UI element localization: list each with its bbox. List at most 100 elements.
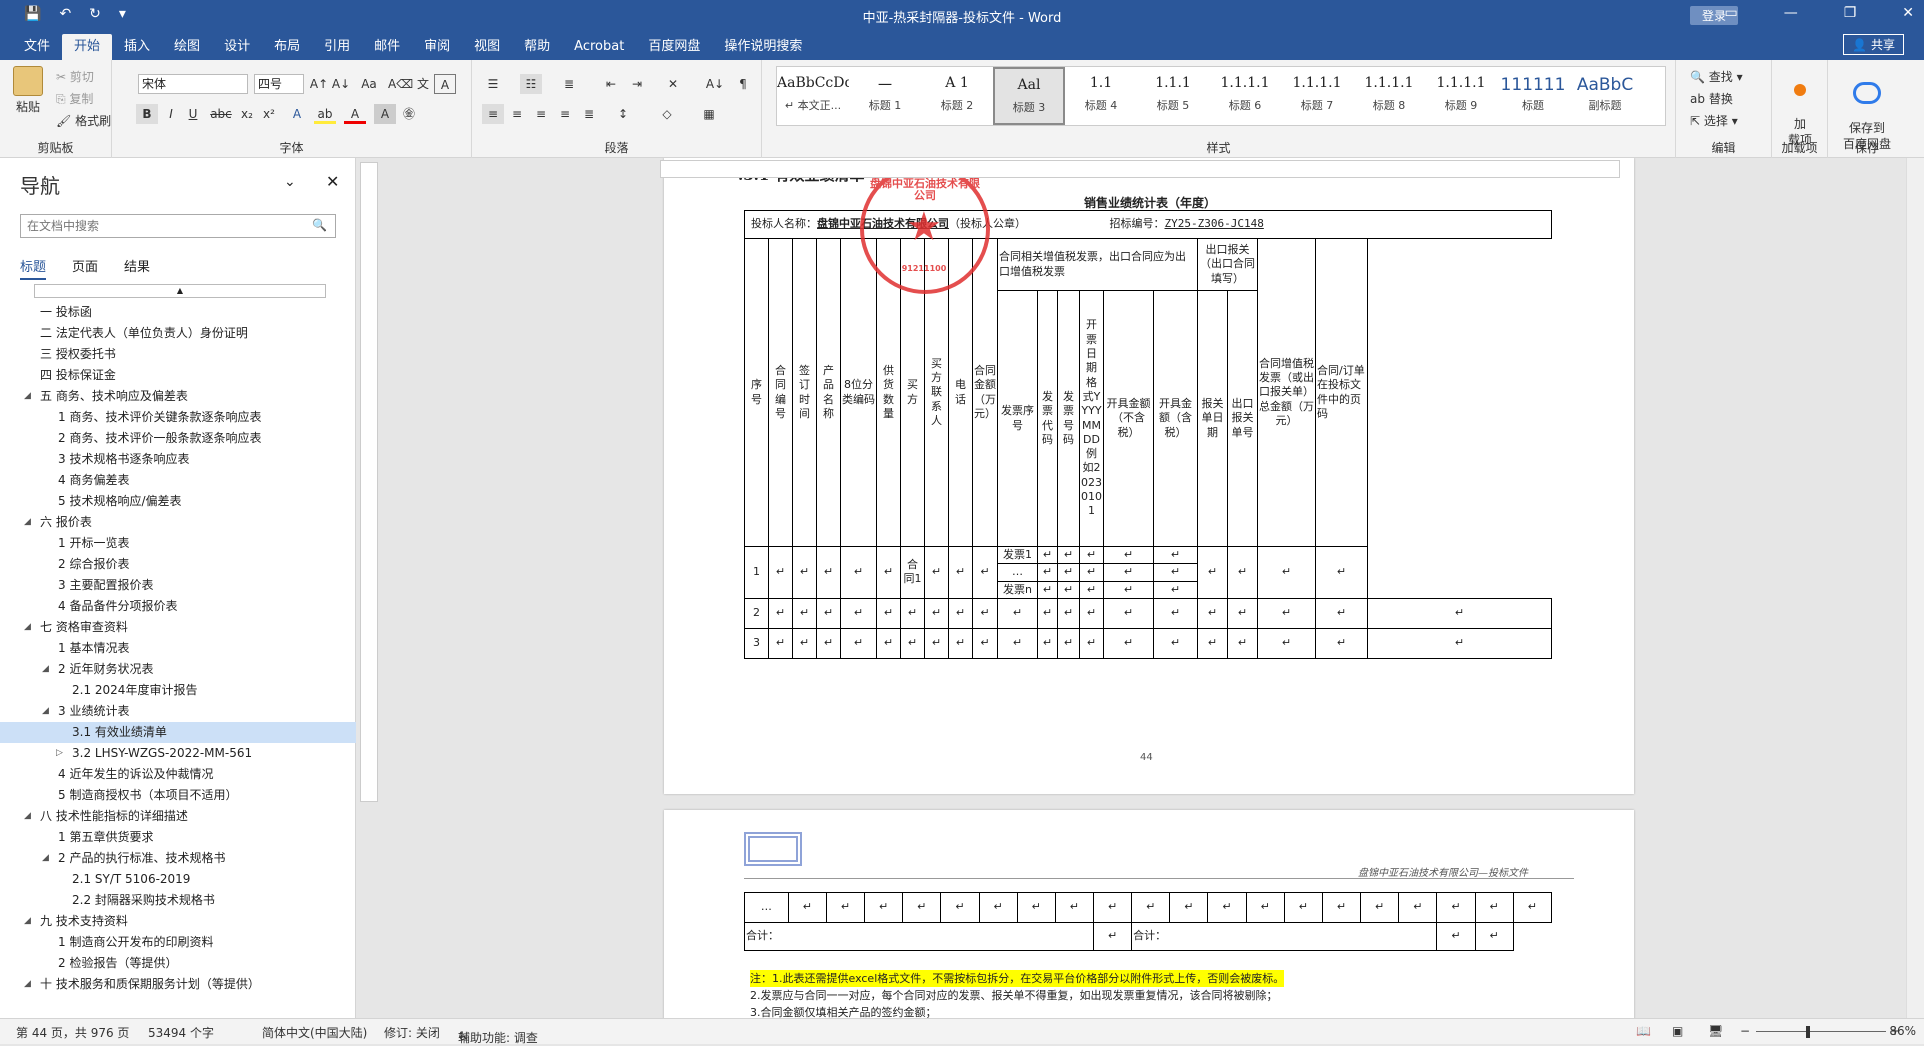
sum-label-2[interactable]: 合计：	[1131, 922, 1438, 951]
collapse-icon[interactable]: ◢	[42, 701, 49, 722]
table-cell[interactable]: ↵	[1321, 892, 1362, 923]
superscript-icon[interactable]: x²	[258, 104, 280, 124]
table-cell[interactable]: ↵	[1092, 922, 1133, 951]
table-cell[interactable]: ↵	[948, 546, 973, 599]
nav-heading-item[interactable]: 1 商务、技术评价关键条款逐条响应表	[0, 407, 356, 428]
table-cell[interactable]: …	[744, 892, 789, 923]
table-cell[interactable]: ↵	[924, 627, 949, 659]
clear-format-icon[interactable]: A⌫	[388, 74, 413, 94]
table-cell[interactable]: ↵	[1092, 892, 1133, 923]
show-marks-icon[interactable]: ¶	[732, 74, 754, 94]
nav-heading-item[interactable]: ◢ 3 业绩统计表	[0, 701, 356, 722]
table-cell[interactable]: ↵	[1103, 545, 1154, 565]
table-header-cell[interactable]: 产品名称	[816, 238, 841, 547]
style-item[interactable]: A 1 标题 2	[921, 67, 993, 125]
table-cell[interactable]: ↵	[792, 627, 817, 659]
tab-4[interactable]: 设计	[212, 34, 262, 60]
collapse-icon[interactable]: ◢	[24, 386, 31, 407]
nav-tab-2[interactable]: 结果	[124, 256, 150, 280]
tab-11[interactable]: Acrobat	[562, 34, 636, 60]
table-cell[interactable]: ↵	[876, 597, 901, 629]
invoice-group-header[interactable]: 合同相关增值税发票，出口合同应为出口增值税发票	[997, 238, 1198, 291]
ribbon-display-icon[interactable]: ▭	[1724, 5, 1737, 21]
language[interactable]: 简体中文(中国大陆)	[262, 1024, 367, 1041]
decrease-indent-icon[interactable]: ⇤	[600, 74, 622, 94]
numbering-icon[interactable]: ☷	[520, 74, 542, 94]
table-cell[interactable]: 合同1	[900, 546, 925, 599]
table-cell[interactable]: ↵	[1436, 922, 1476, 951]
table-cell[interactable]: ↵	[1474, 922, 1514, 951]
table-cell[interactable]: ↵	[816, 597, 841, 629]
invoice-header-cell[interactable]: 开具金额（不含税）	[1103, 290, 1154, 547]
tab-3[interactable]: 绘图	[162, 34, 212, 60]
strikethrough-icon[interactable]: abc	[210, 104, 232, 124]
zoom-level[interactable]: 86%	[1889, 1024, 1916, 1038]
table-cell[interactable]: ↵	[1057, 627, 1080, 659]
table-cell[interactable]: ↵	[1257, 627, 1316, 659]
nav-heading-item[interactable]: 1 基本情况表	[0, 638, 356, 659]
paste-button[interactable]: 粘贴	[8, 66, 48, 115]
table-cell[interactable]: ↵	[1153, 563, 1198, 582]
nav-heading-item[interactable]: 2 综合报价表	[0, 554, 356, 575]
nav-heading-item[interactable]: 2.1 SY/T 5106-2019	[0, 869, 356, 890]
table-cell[interactable]: ↵	[768, 546, 793, 599]
table-cell[interactable]: ↵	[1037, 627, 1058, 659]
table-header-cell[interactable]: 8位分类编码	[840, 238, 877, 547]
nav-close-icon[interactable]: ✕	[326, 172, 339, 191]
select-button[interactable]: ⇱ 选择 ▾	[1690, 112, 1738, 129]
collapse-icon[interactable]: ◢	[24, 911, 31, 932]
table-cell[interactable]: ↵	[864, 892, 904, 923]
style-item[interactable]: 一标题 1	[849, 67, 921, 125]
borders-icon[interactable]: ▦	[698, 104, 720, 124]
char-border-icon[interactable]: A	[434, 74, 456, 94]
style-item[interactable]: AaBbC 副标题	[1569, 67, 1641, 125]
table-cell[interactable]: ↵	[997, 627, 1038, 659]
nav-heading-item[interactable]: 2 商务、技术评价一般条款逐条响应表	[0, 428, 356, 449]
page-ref-header[interactable]: 合同/订单在投标文件中的页码	[1315, 238, 1368, 547]
table-cell[interactable]: ↵	[876, 627, 901, 659]
table-cell[interactable]: ↵	[1153, 627, 1198, 659]
table-cell[interactable]: ↵	[1360, 892, 1400, 923]
distributed-icon[interactable]: ≣	[578, 104, 600, 124]
table-cell[interactable]: ↵	[1103, 627, 1154, 659]
style-item[interactable]: 111111 标题	[1497, 67, 1569, 125]
nav-heading-item[interactable]: 3 主要配置报价表	[0, 575, 356, 596]
table-cell[interactable]: ↵	[1227, 597, 1258, 629]
table-cell[interactable]: ↵	[1057, 580, 1080, 599]
table-cell[interactable]: ↵	[1512, 892, 1553, 923]
table-cell[interactable]: 1	[744, 546, 769, 599]
table-cell[interactable]: ↵	[1079, 627, 1104, 659]
table-cell[interactable]: ↵	[948, 597, 973, 629]
table-header-cell[interactable]: 序号	[744, 238, 769, 547]
increase-indent-icon[interactable]: ⇥	[626, 74, 648, 94]
bullets-icon[interactable]: ☰	[482, 74, 504, 94]
table-cell[interactable]: ↵	[792, 546, 817, 599]
nav-heading-item[interactable]: 2.1 2024年度审计报告	[0, 680, 356, 701]
table-cell[interactable]: ↵	[1054, 892, 1094, 923]
export-header-cell[interactable]: 出口报关单号	[1227, 290, 1258, 547]
nav-heading-item[interactable]: 1 制造商公开发布的印刷资料	[0, 932, 356, 953]
table-cell[interactable]: ↵	[768, 627, 793, 659]
nav-heading-item[interactable]: 三 授权委托书	[0, 344, 356, 365]
table-cell[interactable]: ↵	[1057, 597, 1080, 629]
table-cell[interactable]: ↵	[972, 597, 998, 629]
collapse-icon[interactable]: ◢	[24, 806, 31, 827]
multilevel-list-icon[interactable]: ≣	[558, 74, 580, 94]
export-header-cell[interactable]: 报关单日期	[1197, 290, 1228, 547]
table-cell[interactable]: ↵	[1367, 597, 1552, 629]
page-count[interactable]: 第 44 页，共 976 页	[16, 1024, 129, 1041]
table-cell[interactable]: ↵	[1153, 545, 1198, 565]
style-item[interactable]: 1.1.1.1 标题 8	[1353, 67, 1425, 125]
tab-1[interactable]: 开始	[62, 34, 113, 60]
tab-2[interactable]: 插入	[112, 34, 162, 60]
tab-13[interactable]: 操作说明搜索	[712, 34, 814, 60]
shading-icon[interactable]: ◇	[656, 104, 678, 124]
nav-heading-item[interactable]: 二 法定代表人（单位负责人）身份证明	[0, 323, 356, 344]
table-cell[interactable]: ↵	[1207, 892, 1247, 923]
tab-8[interactable]: 审阅	[412, 34, 462, 60]
table-cell[interactable]: ↵	[825, 892, 866, 923]
note-line[interactable]: 2.发票应与合同一一对应，每个合同对应的发票、报关单不得重复，如出现发票重复情况…	[750, 987, 1284, 1004]
char-shading-icon[interactable]: A	[374, 104, 396, 124]
copy-button[interactable]: ⎘ 复制	[56, 90, 93, 107]
table-cell[interactable]: ↵	[1103, 580, 1154, 599]
